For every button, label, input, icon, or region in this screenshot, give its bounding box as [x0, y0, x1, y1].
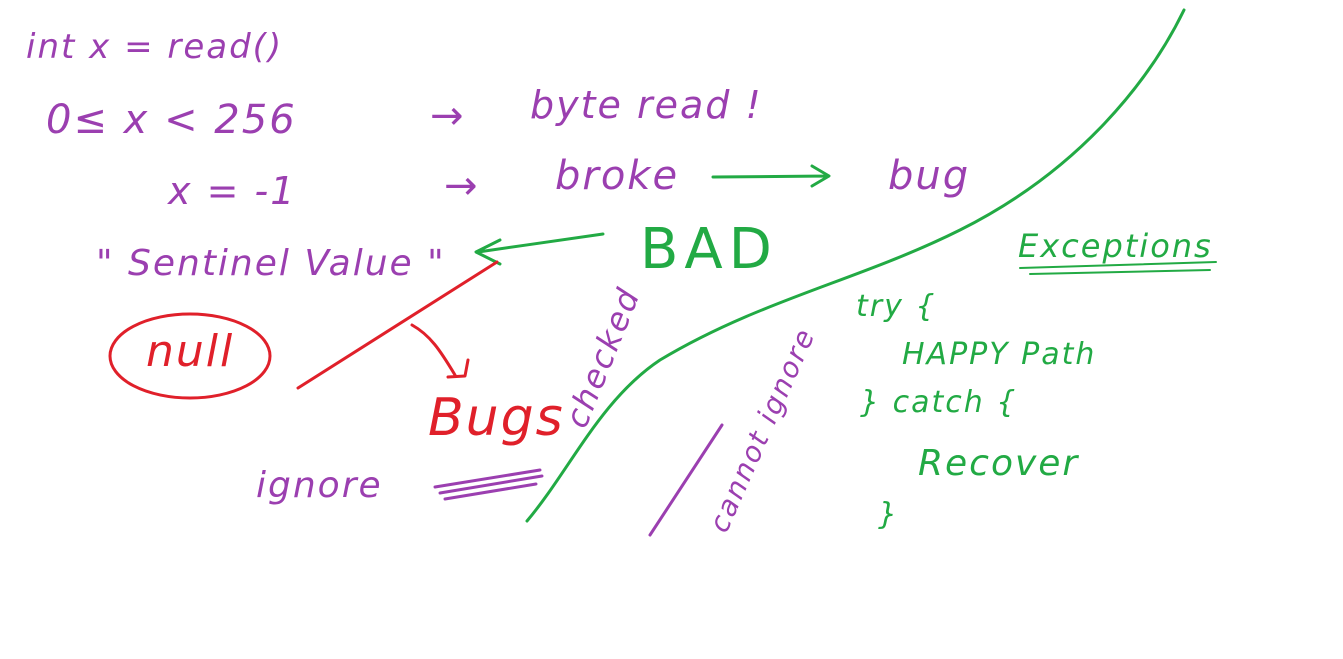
ignore-label: ignore — [256, 465, 383, 506]
bugs-label: Bugs — [428, 388, 565, 448]
bugs-scribble — [433, 468, 544, 501]
null-label: null — [146, 326, 235, 377]
exceptions-label: Exceptions — [1018, 227, 1213, 265]
line-minus-one: x = -1 — [168, 169, 297, 213]
close-brace: } — [878, 497, 900, 532]
arrow-broke-to-bug — [711, 164, 831, 188]
whiteboard-canvas: int x = read() 0≤ x < 256 → byte read ! … — [0, 0, 1343, 659]
catch-label: } catch { — [860, 385, 1018, 420]
try-open: try { — [856, 289, 937, 324]
sentinel-value: " Sentinel Value " — [96, 243, 446, 284]
line-broke: broke — [555, 153, 680, 199]
arrow-bad-to-sentinel — [474, 232, 605, 266]
line-int-read: int x = read() — [26, 27, 284, 67]
line-byte-read: byte read ! — [530, 83, 763, 127]
arrow-to-bugs — [410, 323, 470, 379]
happy-path: HAPPY Path — [902, 337, 1097, 372]
arrow-minus-one: → — [444, 163, 480, 209]
line-range: 0≤ x < 256 — [46, 97, 297, 143]
recover-label: Recover — [918, 443, 1080, 484]
arrow-range: → — [430, 93, 466, 139]
bad-label: BAD — [640, 217, 778, 282]
line-bug: bug — [888, 153, 971, 199]
